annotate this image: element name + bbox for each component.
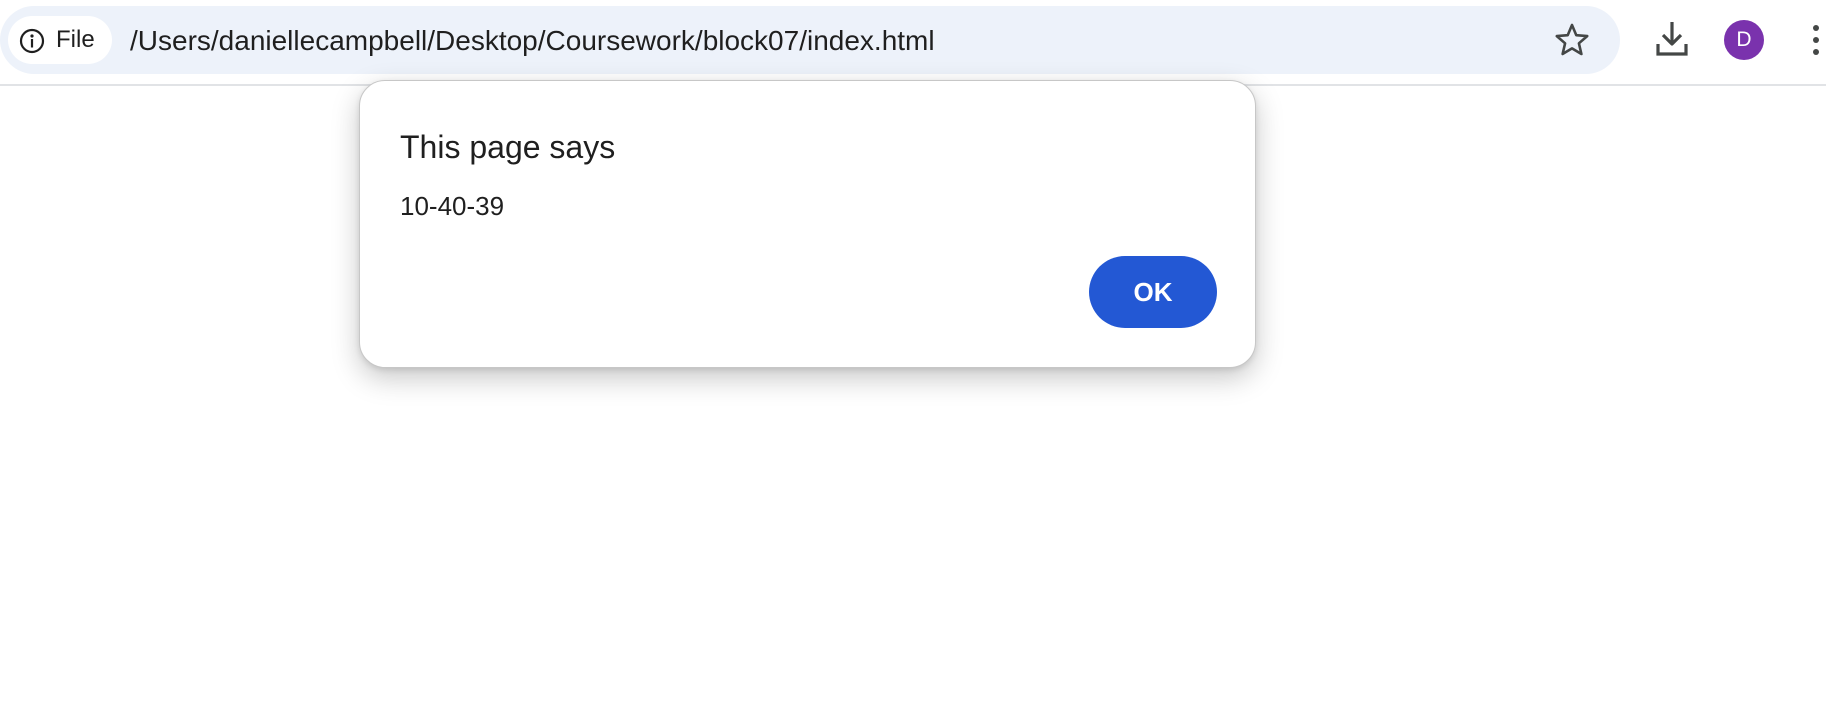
info-icon: [19, 28, 45, 54]
ok-button[interactable]: OK: [1089, 256, 1217, 328]
alert-dialog: This page says 10-40-39 OK: [359, 80, 1256, 368]
profile-avatar[interactable]: D: [1724, 20, 1764, 60]
site-info-chip[interactable]: File: [8, 16, 112, 64]
site-chip-label: File: [56, 26, 95, 53]
browser-toolbar: File /Users/daniellecampbell/Desktop/Cou…: [0, 0, 1826, 86]
dialog-message: 10-40-39: [400, 191, 505, 221]
address-bar[interactable]: File /Users/daniellecampbell/Desktop/Cou…: [0, 6, 1620, 74]
dialog-title: This page says: [400, 129, 616, 165]
star-icon[interactable]: [1552, 20, 1592, 60]
url-text[interactable]: /Users/daniellecampbell/Desktop/Coursewo…: [130, 26, 935, 56]
download-icon[interactable]: [1652, 18, 1692, 60]
more-vertical-icon[interactable]: [1806, 20, 1826, 60]
